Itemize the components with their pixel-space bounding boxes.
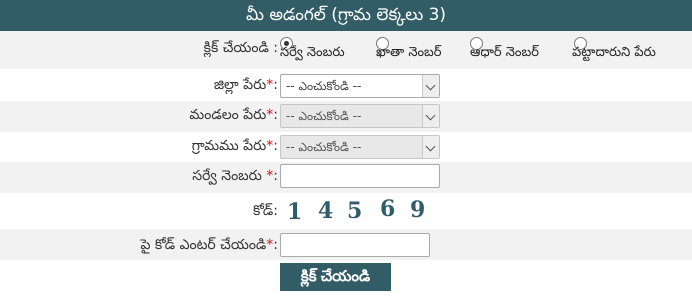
radio-pattadar-name-label[interactable]: పట్టాదారుని పేరు — [572, 45, 656, 63]
mandal-row: మండలం పేరు*: -- ఎంచుకోండి -- — [0, 101, 692, 132]
village-label: గ్రామము పేరు*: — [192, 138, 278, 157]
captcha-digit: 4 — [318, 198, 334, 224]
captcha-digit: 1 — [287, 199, 303, 225]
search-by-colon: : — [273, 40, 278, 56]
village-colon: : — [273, 138, 278, 154]
code-entry-label: పై కోడ్ ఎంటర్ చేయండి*: — [140, 237, 278, 256]
district-select-value: -- ఎంచుకోండి -- — [286, 79, 362, 93]
survey-number-label-text: సర్వే నెంబరు — [192, 168, 262, 184]
mandal-colon: : — [273, 107, 278, 123]
village-label-text: గ్రామము పేరు — [191, 138, 267, 154]
chevron-down-icon — [422, 105, 439, 127]
search-by-label: క్లిక్ చేయండి : — [204, 40, 278, 59]
code-entry-colon: : — [273, 237, 278, 253]
code-entry-label-text: పై కోడ్ ఎంటర్ చేయండి — [140, 237, 267, 253]
district-row: జిల్లా పేరు*: -- ఎంచుకోండి -- — [0, 71, 692, 102]
search-by-label-text: క్లిక్ చేయండి — [203, 40, 269, 56]
mandal-label: మండలం పేరు*: — [189, 107, 278, 126]
chevron-down-icon — [422, 75, 439, 97]
radio-survey-number-label[interactable]: సర్వే నెంబరు — [280, 45, 345, 63]
survey-number-row: సర్వే నెంబరు *: — [0, 162, 692, 193]
chevron-down-icon — [422, 136, 439, 158]
survey-number-input[interactable] — [280, 164, 440, 188]
page-title: మీ అడంగల్ (గ్రామ లెక్కలు 3) — [0, 0, 692, 31]
captcha-colon: : — [273, 203, 278, 219]
captcha-digit: 6 — [380, 196, 396, 222]
captcha-digit: 9 — [410, 197, 426, 223]
captcha-image: 1 4 5 6 9 — [280, 193, 438, 227]
search-by-row: క్లిక్ చేయండి : సర్వే నెంబరు ఖాతా నెంబర్… — [0, 31, 692, 69]
submit-button[interactable]: క్లిక్ చేయండి — [280, 263, 391, 291]
district-colon: : — [273, 77, 278, 93]
district-select[interactable]: -- ఎంచుకోండి -- — [280, 74, 440, 98]
mandal-select-value: -- ఎంచుకోండి -- — [286, 109, 362, 123]
mandal-label-text: మండలం పేరు — [189, 107, 267, 123]
village-select-value: -- ఎంచుకోండి -- — [286, 140, 362, 154]
district-label: జిల్లా పేరు*: — [214, 77, 278, 96]
captcha-label-text: కోడ్ — [253, 203, 274, 219]
village-row: గ్రామము పేరు*: -- ఎంచుకోండి -- — [0, 132, 692, 163]
village-select[interactable]: -- ఎంచుకోండి -- — [280, 135, 440, 159]
captcha-label: కోడ్: — [253, 203, 278, 222]
survey-number-colon: : — [273, 168, 278, 184]
mandal-select[interactable]: -- ఎంచుకోండి -- — [280, 104, 440, 128]
district-label-text: జిల్లా పేరు — [213, 77, 267, 93]
radio-khata-number-label[interactable]: ఖాతా నెంబర్ — [376, 45, 442, 63]
radio-aadhaar-number-label[interactable]: ఆధార్ నెంబర్ — [470, 45, 539, 63]
code-entry-row: పై కోడ్ ఎంటర్ చేయండి*: — [0, 229, 692, 260]
captcha-digit: 5 — [347, 198, 363, 224]
code-entry-input[interactable] — [280, 233, 430, 257]
survey-number-label: సర్వే నెంబరు *: — [192, 168, 278, 187]
